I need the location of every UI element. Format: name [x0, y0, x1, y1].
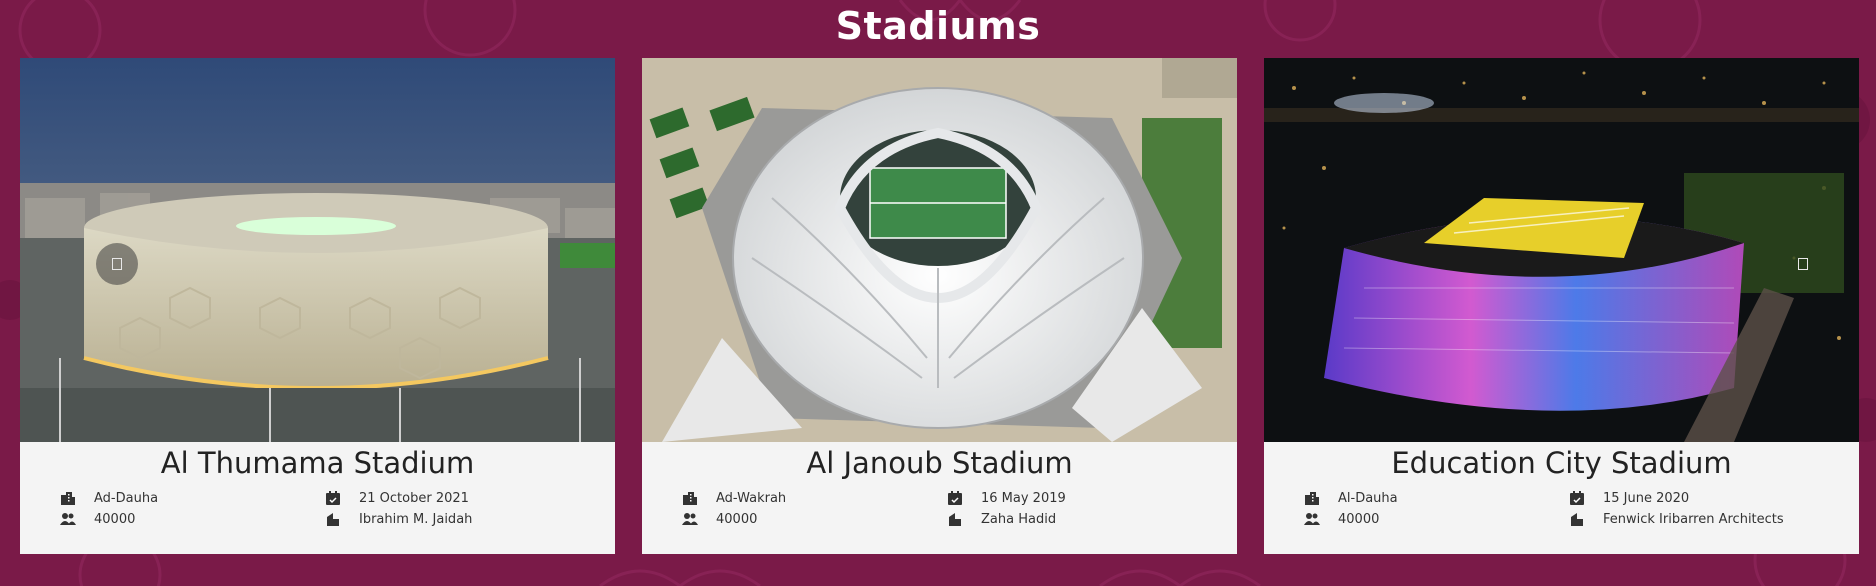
stadium-opened: 15 June 2020	[1569, 490, 1689, 506]
stadium-opened: 16 May 2019	[947, 490, 1066, 506]
capacity-value: 40000	[94, 511, 136, 527]
stadium-capacity: 40000	[682, 511, 757, 527]
city-icon	[60, 490, 76, 506]
architect-value: Fenwick Iribarren Architects	[1603, 511, 1784, 527]
stadium-capacity: 40000	[60, 511, 135, 527]
stadium-photo	[1264, 58, 1859, 442]
architect-value: Ibrahim M. Jaidah	[359, 511, 473, 527]
stadium-architect: Zaha Hadid	[947, 511, 1056, 527]
calendar-icon	[947, 490, 963, 506]
stadium-city: Ad-Wakrah	[682, 490, 786, 506]
stadium-capacity: 40000	[1304, 511, 1379, 527]
capacity-value: 40000	[1338, 511, 1380, 527]
people-icon	[1304, 511, 1320, 527]
stadium-photo	[642, 58, 1237, 442]
carousel-next-button[interactable]	[1782, 243, 1824, 285]
city-value: Al-Dauha	[1338, 490, 1398, 506]
stadium-opened: 21 October 2021	[325, 490, 469, 506]
capacity-value: 40000	[716, 511, 758, 527]
stadium-name: Al Janoub Stadium	[806, 446, 1073, 480]
city-value: Ad-Dauha	[94, 490, 159, 506]
page-title: Stadiums	[835, 4, 1041, 48]
stadium-card[interactable]: Al Thumama Stadium Ad-Dauha 40000 21 Oct…	[20, 58, 615, 554]
stadium-card[interactable]: Education City Stadium Al-Dauha 40000 15…	[1264, 58, 1859, 554]
calendar-icon	[325, 490, 341, 506]
architect-icon	[1569, 511, 1585, 527]
calendar-icon	[1569, 490, 1585, 506]
arrow-left-icon	[112, 258, 122, 270]
stadium-name: Education City Stadium	[1391, 446, 1732, 480]
city-icon	[1304, 490, 1320, 506]
opened-value: 21 October 2021	[359, 490, 469, 506]
stadium-architect: Fenwick Iribarren Architects	[1569, 511, 1784, 527]
arrow-right-icon	[1798, 258, 1808, 270]
city-value: Ad-Wakrah	[716, 490, 787, 506]
city-icon	[682, 490, 698, 506]
stadium-city: Ad-Dauha	[60, 490, 158, 506]
people-icon	[682, 511, 698, 527]
opened-value: 15 June 2020	[1603, 490, 1690, 506]
stadium-card[interactable]: Al Janoub Stadium Ad-Wakrah 40000 16 May…	[642, 58, 1237, 554]
stadium-city: Al-Dauha	[1304, 490, 1398, 506]
stadium-name: Al Thumama Stadium	[160, 446, 475, 480]
stadium-architect: Ibrahim M. Jaidah	[325, 511, 472, 527]
people-icon	[60, 511, 76, 527]
architect-icon	[325, 511, 341, 527]
architect-icon	[947, 511, 963, 527]
architect-value: Zaha Hadid	[981, 511, 1057, 527]
carousel-prev-button[interactable]	[96, 243, 138, 285]
stadium-cards: Al Thumama Stadium Ad-Dauha 40000 21 Oct…	[20, 58, 1860, 554]
opened-value: 16 May 2019	[981, 490, 1066, 506]
